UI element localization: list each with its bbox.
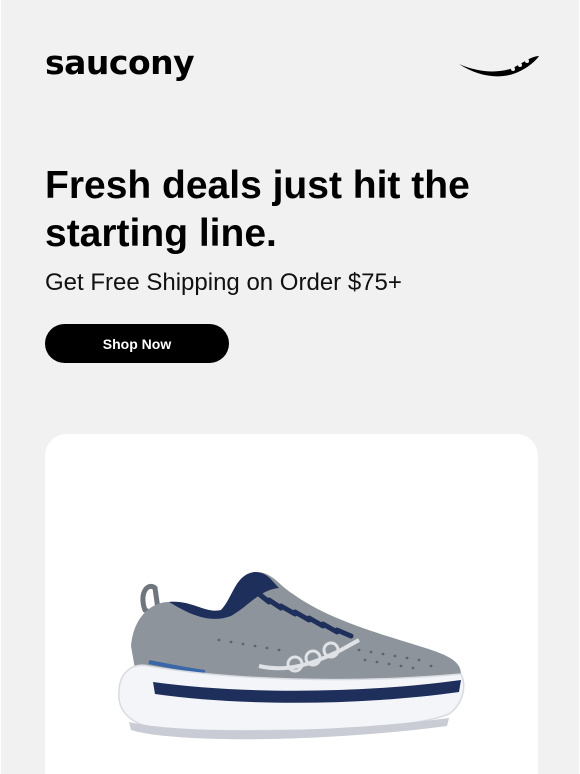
product-card[interactable] (45, 434, 538, 774)
hero-headline: Fresh deals just hit the starting line. (45, 164, 470, 255)
brand-logo[interactable]: saucony (45, 46, 195, 79)
running-shoe-image[interactable] (109, 554, 479, 744)
email-body: saucony Fresh deals just hit the startin… (1, 0, 579, 774)
shipping-subhead: Get Free Shipping on Order $75+ (45, 269, 402, 296)
saucony-dots-swoosh-icon (459, 56, 539, 77)
shop-now-button[interactable]: Shop Now (45, 324, 229, 363)
